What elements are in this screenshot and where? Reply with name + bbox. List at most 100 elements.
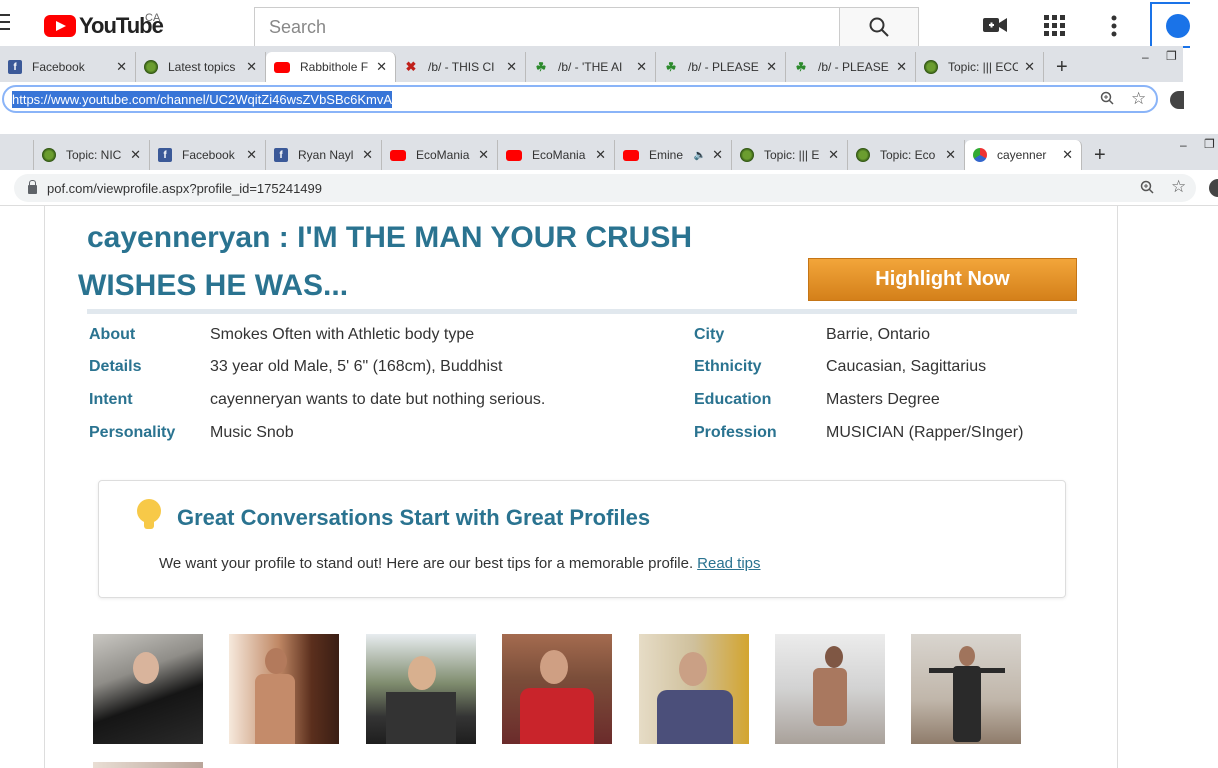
tab-close-icon[interactable]: ✕ <box>1062 147 1073 163</box>
forum-icon <box>856 148 870 162</box>
zoom-icon[interactable] <box>1140 180 1154 197</box>
tab-close-icon[interactable]: ✕ <box>828 147 839 163</box>
bookmark-star-icon[interactable]: ☆ <box>1171 177 1186 197</box>
tab-close-icon[interactable]: ✕ <box>506 59 517 75</box>
apps-grid-icon[interactable] <box>1044 15 1066 42</box>
minimize-icon[interactable]: – <box>1142 50 1149 64</box>
new-tab-icon[interactable]: + <box>1082 140 1118 170</box>
browser-tab[interactable]: EcoMania ✕ <box>498 140 615 170</box>
detail-value-profession: MUSICIAN (Rapper/SInger) <box>826 424 1024 441</box>
browser1-address-bar[interactable]: https://www.youtube.com/channel/UC2WqitZ… <box>2 85 1158 113</box>
browser-tab[interactable]: ☘ /b/ - PLEASE ✕ <box>786 52 916 82</box>
browser-tab[interactable]: f Ryan Nayl ✕ <box>266 140 382 170</box>
blank-favicon <box>8 148 22 162</box>
video-camera-icon[interactable] <box>982 15 1008 40</box>
restore-icon[interactable]: ❐ <box>1204 137 1215 151</box>
browser2-tabstrip: ✕Topic: NIC✕fFacebook✕fRyan Nayl✕EcoMani… <box>0 134 1218 170</box>
zoom-icon[interactable] <box>1100 91 1114 108</box>
browser-tab[interactable]: EcoMania ✕ <box>382 140 498 170</box>
account-avatar[interactable] <box>1150 2 1190 48</box>
read-tips-link[interactable]: Read tips <box>697 555 760 572</box>
tab-close-icon[interactable]: ✕ <box>130 147 141 163</box>
search-input[interactable]: Search <box>254 7 840 47</box>
search-button[interactable] <box>839 7 919 47</box>
profile-page: cayenneryan : I'M THE MAN YOUR CRUSH WIS… <box>44 206 1118 768</box>
new-tab-icon[interactable]: + <box>1044 52 1080 82</box>
browser-tab[interactable]: ☘ /b/ - PLEASE ✕ <box>656 52 786 82</box>
browser-tab[interactable]: ✕ <box>0 140 34 170</box>
browser1-url[interactable]: https://www.youtube.com/channel/UC2WqitZ… <box>12 90 393 108</box>
bookmark-star-icon[interactable]: ☆ <box>1131 89 1146 109</box>
tab-close-icon[interactable]: ✕ <box>945 147 956 163</box>
tab-label: Topic: Eco <box>880 148 936 162</box>
browser2-address-bar[interactable]: pof.com/viewprofile.aspx?profile_id=1752… <box>14 174 1196 202</box>
browser-tab[interactable]: ☘ /b/ - 'THE AI ✕ <box>526 52 656 82</box>
tab-close-icon[interactable]: ✕ <box>766 59 777 75</box>
detail-value-education: Masters Degree <box>826 391 940 408</box>
detail-label-city: City <box>694 326 725 343</box>
detail-row: About Smokes Often with Athletic body ty… <box>89 326 1079 359</box>
browser-tab[interactable]: Rabbithole F ✕ <box>266 52 396 82</box>
tab-close-icon[interactable]: ✕ <box>1024 59 1035 75</box>
tab-close-icon[interactable]: ✕ <box>376 59 387 75</box>
browser1-tabstrip: f Facebook ✕ Latest topics ✕ Rabbithole F ✕ ✖ /b… <box>0 46 1183 82</box>
profile-photo[interactable] <box>366 634 476 744</box>
tab-close-icon[interactable]: ✕ <box>362 147 373 163</box>
tips-body-text: We want your profile to stand out! Here … <box>159 555 694 572</box>
detail-value-intent: cayenneryan wants to date but nothing se… <box>210 391 546 408</box>
browser-tab[interactable]: ✖ /b/ - THIS CI ✕ <box>396 52 526 82</box>
tab-close-icon[interactable]: ✕ <box>636 59 647 75</box>
profile-photo[interactable] <box>911 634 1021 744</box>
browser-tab[interactable]: Topic: ||| E ✕ <box>732 140 848 170</box>
tab-close-icon[interactable]: ✕ <box>246 59 257 75</box>
detail-label-profession: Profession <box>694 424 777 441</box>
browser-tab[interactable]: f Facebook ✕ <box>150 140 266 170</box>
more-options-icon[interactable] <box>1111 15 1117 42</box>
forum-icon <box>924 60 938 74</box>
profile-photo[interactable] <box>502 634 612 744</box>
detail-row: Details 33 year old Male, 5' 6" (168cm),… <box>89 358 1079 391</box>
tab-close-icon[interactable]: ✕ <box>478 147 489 163</box>
profile-icon[interactable] <box>1170 91 1184 109</box>
tab-close-icon[interactable]: ✕ <box>116 59 127 75</box>
detail-label-details: Details <box>89 358 142 375</box>
clover-icon: ☘ <box>665 60 677 74</box>
youtube-icon <box>623 149 639 161</box>
tab-label: Rabbithole F <box>300 60 369 74</box>
tab-label: Facebook <box>182 148 235 162</box>
profile-photo[interactable] <box>93 762 203 768</box>
tab-label: /b/ - THIS CI <box>428 60 495 74</box>
tab-label: /b/ - 'THE AI <box>558 60 623 74</box>
browser-tab[interactable]: cayenner ✕ <box>965 140 1082 170</box>
tab-close-icon[interactable]: ✕ <box>712 147 723 163</box>
audio-playing-icon[interactable]: 🔈 <box>694 150 706 161</box>
browser-tab[interactable]: Emine 🔈 ✕ <box>615 140 732 170</box>
profile-photo[interactable] <box>93 634 203 744</box>
profile-title: cayenneryan : I'M THE MAN YOUR CRUSH WIS… <box>78 214 787 310</box>
browser-tab[interactable]: Latest topics ✕ <box>136 52 266 82</box>
tab-label: cayenner <box>997 148 1047 162</box>
restore-icon[interactable]: ❐ <box>1166 49 1177 63</box>
profile-icon[interactable] <box>1209 179 1218 197</box>
highlight-now-button[interactable]: Highlight Now <box>808 258 1077 301</box>
tab-label: Latest topics <box>168 60 236 74</box>
tab-label: /b/ - PLEASE <box>818 60 889 74</box>
tips-body: We want your profile to stand out! Here … <box>159 555 761 572</box>
profile-photo[interactable] <box>639 634 749 744</box>
browser-tab[interactable]: f Facebook ✕ <box>0 52 136 82</box>
profile-photo[interactable] <box>229 634 339 744</box>
tab-close-icon[interactable]: ✕ <box>595 147 606 163</box>
detail-label-personality: Personality <box>89 424 176 441</box>
minimize-icon[interactable]: – <box>1180 138 1187 152</box>
browser-tab[interactable]: Topic: NIC ✕ <box>34 140 150 170</box>
youtube-play-icon <box>44 15 76 37</box>
browser2-url[interactable]: pof.com/viewprofile.aspx?profile_id=1752… <box>47 181 322 196</box>
search-placeholder: Search <box>269 16 327 37</box>
browser-tab[interactable]: Topic: Eco ✕ <box>848 140 965 170</box>
hamburger-menu-icon[interactable] <box>0 14 10 34</box>
detail-value-about: Smokes Often with Athletic body type <box>210 326 475 343</box>
browser-tab[interactable]: Topic: ||| ECC ✕ <box>916 52 1044 82</box>
tab-close-icon[interactable]: ✕ <box>896 59 907 75</box>
tab-close-icon[interactable]: ✕ <box>246 147 257 163</box>
profile-photo[interactable] <box>775 634 885 744</box>
